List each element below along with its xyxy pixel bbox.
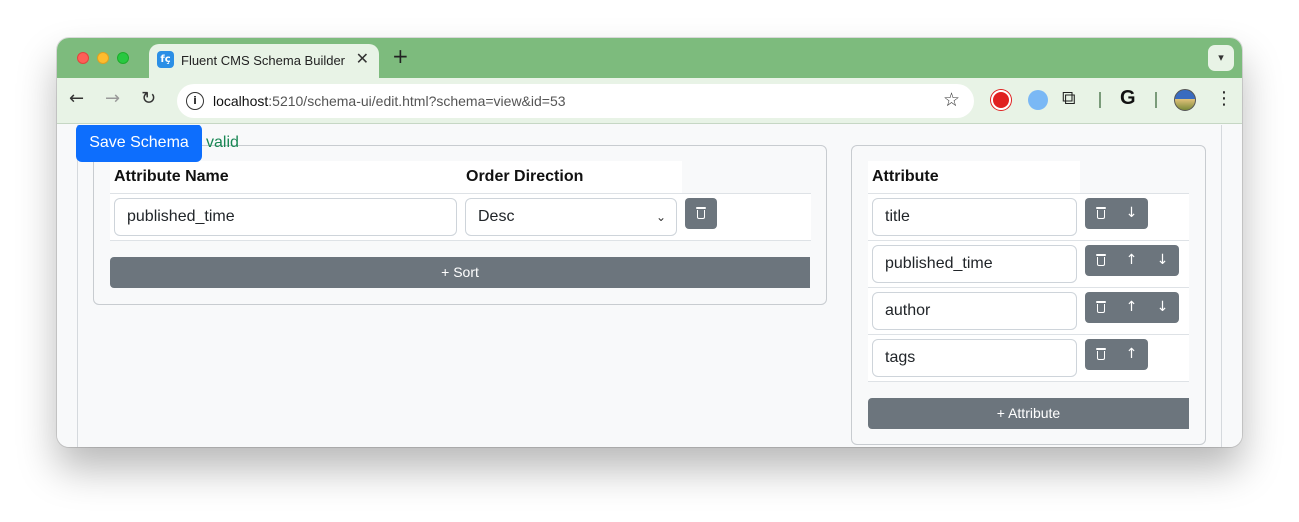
trash-icon[interactable] [1085, 245, 1116, 276]
toolbar-divider [1099, 92, 1101, 108]
url-text[interactable]: localhost:5210/schema-ui/edit.html?schem… [213, 93, 566, 109]
reload-icon[interactable]: ↻ [141, 88, 156, 109]
chevron-down-icon[interactable]: ▾ [1208, 45, 1234, 71]
info-icon[interactable]: i [186, 92, 204, 110]
compass-extension-icon[interactable] [1028, 90, 1048, 110]
row-actions: ↑ ↓ [1085, 245, 1179, 276]
arrow-down-icon[interactable]: ↓ [1147, 245, 1178, 276]
column-header-attribute: Attribute [868, 161, 1080, 193]
arrow-left-icon[interactable]: ← [69, 88, 84, 109]
puzzle-icon[interactable]: ⧉ [1062, 87, 1082, 109]
arrow-up-icon[interactable]: ↑ [1116, 339, 1147, 370]
browser-window: fç Fluent CMS Schema Builder ✕ + ▾ ← → ↻… [57, 38, 1242, 447]
window-maximize-button[interactable] [117, 52, 129, 64]
avatar[interactable] [1174, 89, 1196, 111]
row-actions: ↑ ↓ [1085, 292, 1179, 323]
sort-panel: Attribute Name Order Direction published… [93, 145, 827, 305]
address-bar[interactable]: i localhost:5210/schema-ui/edit.html?sch… [177, 84, 974, 118]
google-icon[interactable]: G [1120, 87, 1136, 110]
attribute-input-tags[interactable]: tags [872, 339, 1077, 377]
adblock-extension-icon[interactable] [991, 90, 1011, 110]
chevron-down-icon: ⌄ [655, 210, 666, 224]
trash-icon[interactable] [685, 198, 716, 229]
browser-toolbar: ← → ↻ i localhost:5210/schema-ui/edit.ht… [57, 78, 1242, 124]
window-close-button[interactable] [77, 52, 89, 64]
favicon-icon: fç [157, 51, 174, 68]
arrow-up-icon[interactable]: ↑ [1116, 292, 1147, 323]
attribute-input-author[interactable]: author [872, 292, 1077, 330]
arrow-down-icon[interactable]: ↓ [1147, 292, 1178, 323]
tab-title: Fluent CMS Schema Builder [181, 53, 346, 68]
column-header-order-direction: Order Direction [462, 161, 682, 193]
url-path: :5210/schema-ui/edit.html?schema=view&id… [268, 93, 566, 109]
close-icon[interactable]: ✕ [356, 49, 369, 68]
add-attribute-button[interactable]: + Attribute [868, 398, 1189, 429]
save-schema-button[interactable]: Save Schema [76, 125, 202, 162]
attributes-panel: Attribute title ↓ published_time ↑ ↓ aut… [851, 145, 1206, 445]
row-actions: ↑ [1085, 339, 1148, 370]
attribute-input-title[interactable]: title [872, 198, 1077, 236]
attribute-input-published-time[interactable]: published_time [872, 245, 1077, 283]
validation-status: valid [206, 134, 239, 151]
star-icon[interactable]: ☆ [943, 89, 960, 111]
page-viewport: Attribute Name Order Direction published… [57, 125, 1242, 447]
trash-icon[interactable] [1085, 292, 1116, 323]
toolbar-divider [1155, 92, 1157, 108]
arrow-right-icon[interactable]: → [105, 88, 120, 109]
arrow-up-icon[interactable]: ↑ [1116, 245, 1147, 276]
trash-icon[interactable] [1085, 339, 1116, 370]
row-actions [685, 198, 717, 229]
order-direction-value: Desc [478, 208, 515, 225]
column-header-attribute-name: Attribute Name [110, 161, 462, 193]
plus-icon[interactable]: + [392, 44, 409, 68]
kebab-menu-icon[interactable]: ⋮ [1215, 88, 1233, 109]
order-direction-select[interactable]: Desc ⌄ [465, 198, 677, 236]
tab-strip: fç Fluent CMS Schema Builder ✕ + ▾ [57, 38, 1242, 78]
arrow-down-icon[interactable]: ↓ [1116, 198, 1147, 229]
row-actions: ↓ [1085, 198, 1148, 229]
trash-icon[interactable] [1085, 198, 1116, 229]
attribute-name-input[interactable]: published_time [114, 198, 457, 236]
add-sort-button[interactable]: + Sort [110, 257, 810, 288]
url-host: localhost [213, 93, 269, 109]
browser-tab-active[interactable]: fç Fluent CMS Schema Builder ✕ [149, 44, 379, 78]
window-minimize-button[interactable] [97, 52, 109, 64]
